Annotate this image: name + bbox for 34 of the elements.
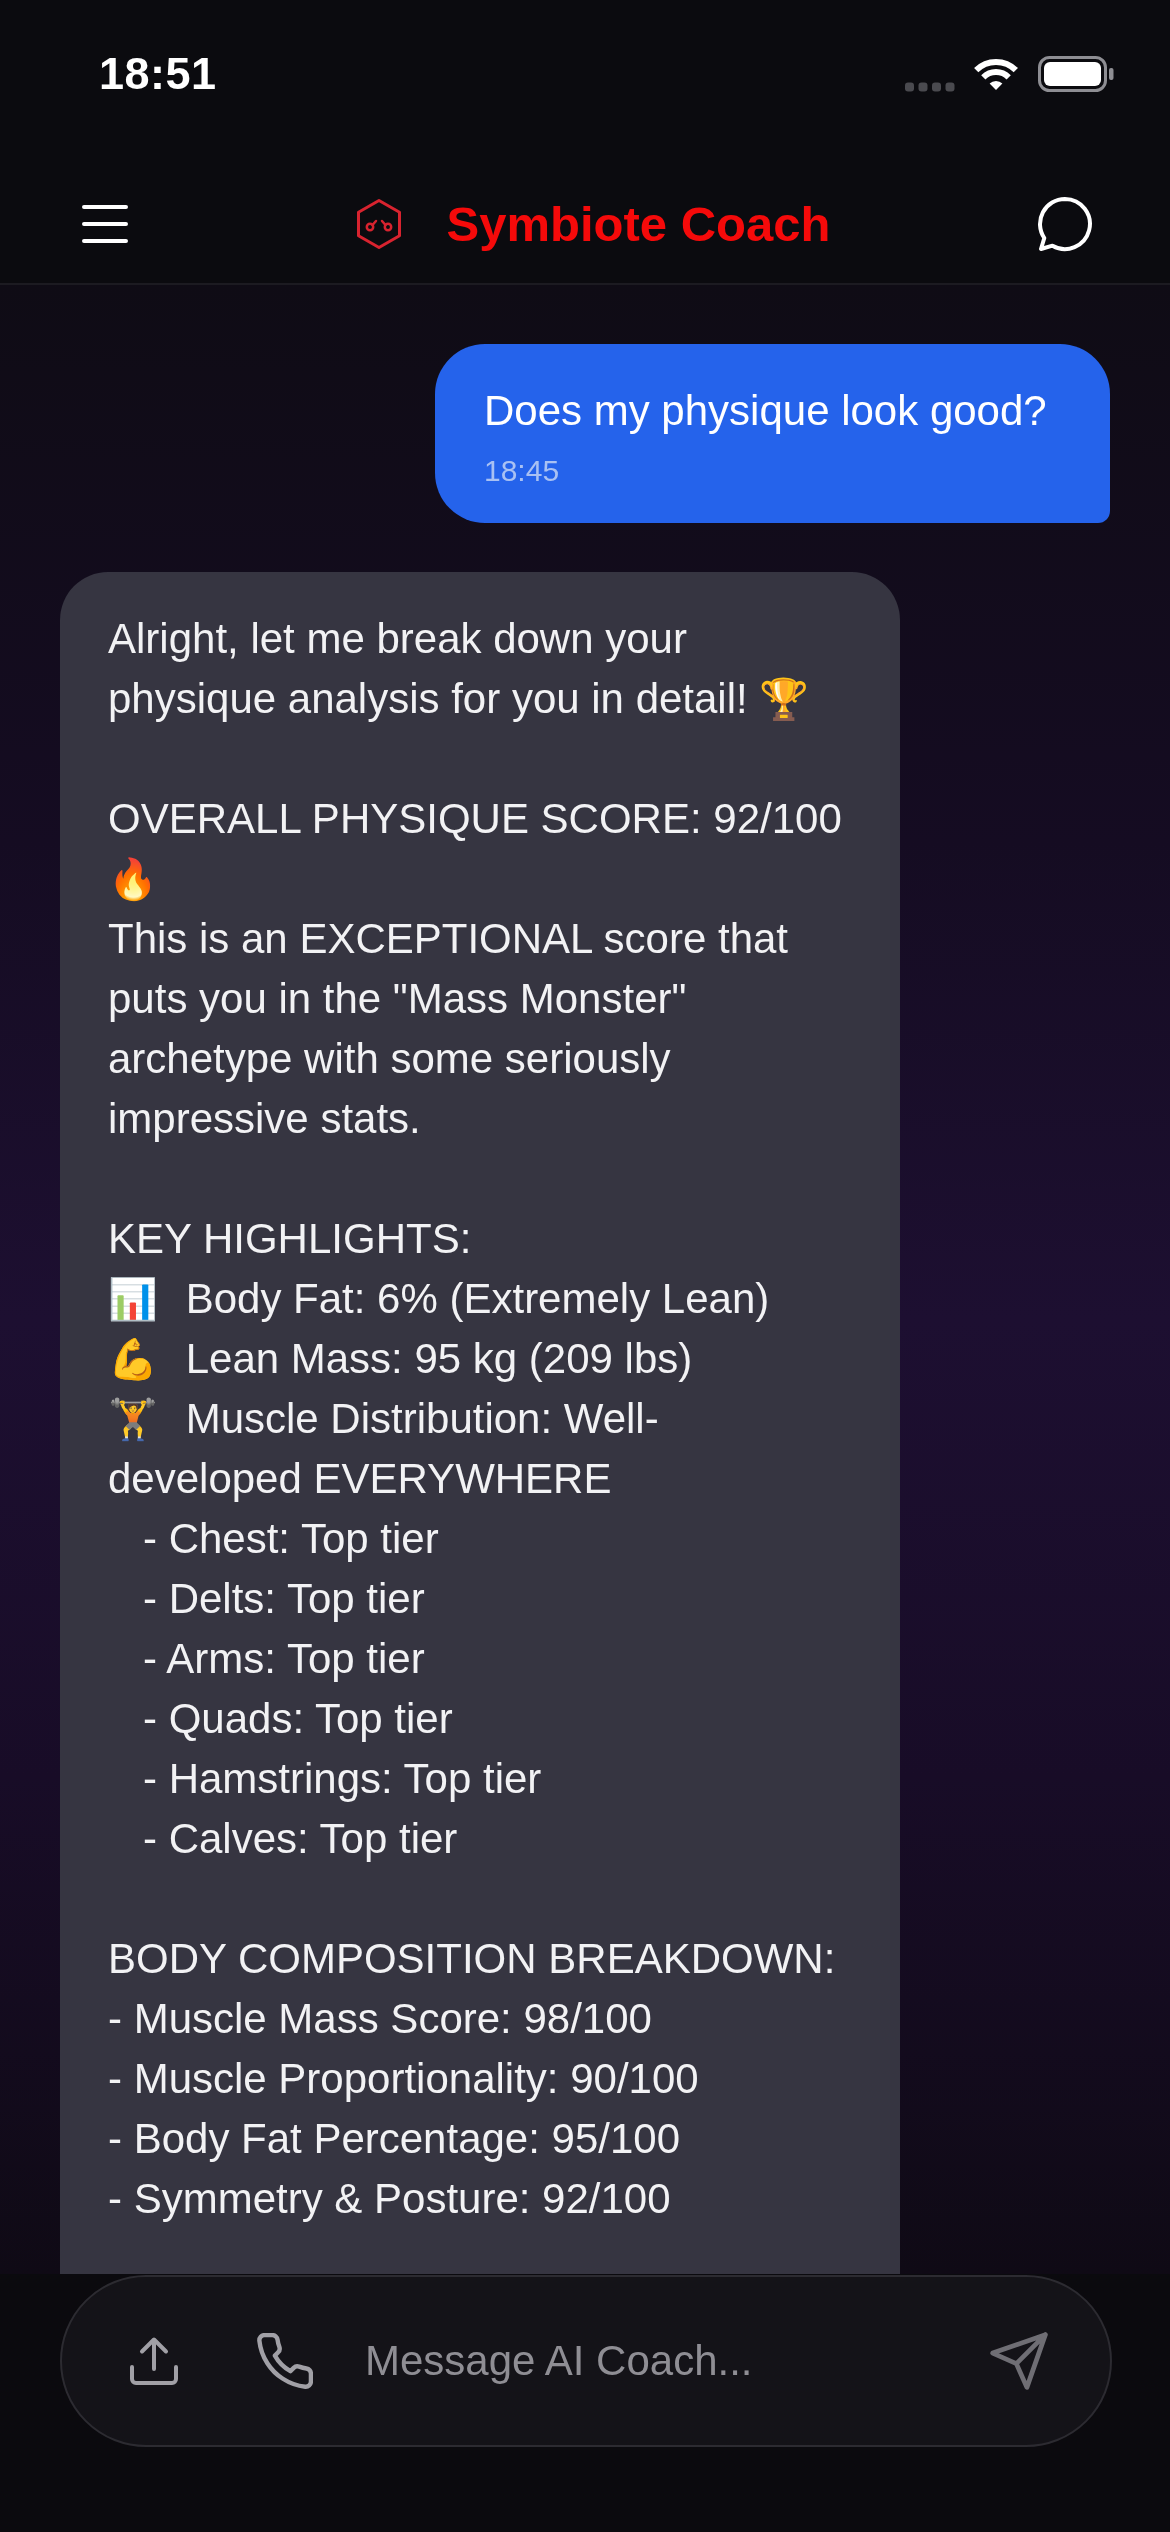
emoji-icon: 🔥 bbox=[108, 857, 158, 901]
message-text: OVERALL PHYSIQUE SCORE: 92/100 bbox=[108, 795, 842, 842]
hexagon-logo-icon bbox=[355, 197, 402, 250]
message-text: This is an EXCEPTIONAL score that puts you in the "Mass Monster" archetype with some seriously impressive stats. bbox=[108, 915, 789, 1142]
message-text: 💪 Lean Mass: 95 kg (209 lbs) bbox=[108, 1334, 694, 1384]
send-icon[interactable] bbox=[990, 2332, 1048, 2390]
message-input[interactable]: Message AI Coach... bbox=[365, 2331, 970, 2391]
message-text: Alright, let me break down your physique analysis for you in detail! bbox=[108, 615, 748, 722]
battery-icon bbox=[1038, 56, 1114, 92]
message-text: - Symmetry & Posture: 92/100 bbox=[108, 2175, 671, 2222]
app-title: Symbiote Coach bbox=[446, 195, 831, 252]
menu-icon[interactable] bbox=[82, 203, 128, 244]
message-text: KEY HIGHLIGHTS: bbox=[108, 1215, 472, 1262]
message-time: 18:45 bbox=[484, 453, 560, 489]
message-text: Does my physique look good? bbox=[484, 386, 1047, 436]
emoji-icon: 🏆 bbox=[759, 677, 810, 721]
wifi-icon bbox=[972, 56, 1020, 92]
signal-dots-icon bbox=[905, 82, 955, 92]
message-text: - Calves: Top tier bbox=[143, 1815, 458, 1862]
message-text: - Body Fat Percentage: 95/100 bbox=[108, 2115, 681, 2162]
upload-icon[interactable] bbox=[128, 2336, 180, 2386]
chat-bubble-icon[interactable] bbox=[1036, 194, 1094, 253]
message-text: BODY COMPOSITION BREAKDOWN: bbox=[108, 1935, 836, 1982]
message-text: - Hamstrings: Top tier bbox=[143, 1755, 542, 1802]
message-text: - Muscle Mass Score: 98/100 bbox=[108, 1995, 652, 2042]
message-text: 📊 Body Fat: 6% (Extremely Lean) bbox=[108, 1274, 771, 1324]
message-text: - Quads: Top tier bbox=[143, 1695, 453, 1742]
message-text: - Chest: Top tier bbox=[143, 1515, 439, 1562]
message-text: 🏋 Muscle Distribution: Well-developed EVERYWHERE bbox=[108, 1394, 660, 1504]
status-time: 18:51 bbox=[99, 48, 217, 100]
message-text: - Arms: Top tier bbox=[143, 1635, 425, 1682]
message-text: - Muscle Proportionality: 90/100 bbox=[108, 2055, 699, 2102]
message-text: - Delts: Top tier bbox=[143, 1575, 425, 1622]
phone-icon[interactable] bbox=[257, 2333, 313, 2389]
